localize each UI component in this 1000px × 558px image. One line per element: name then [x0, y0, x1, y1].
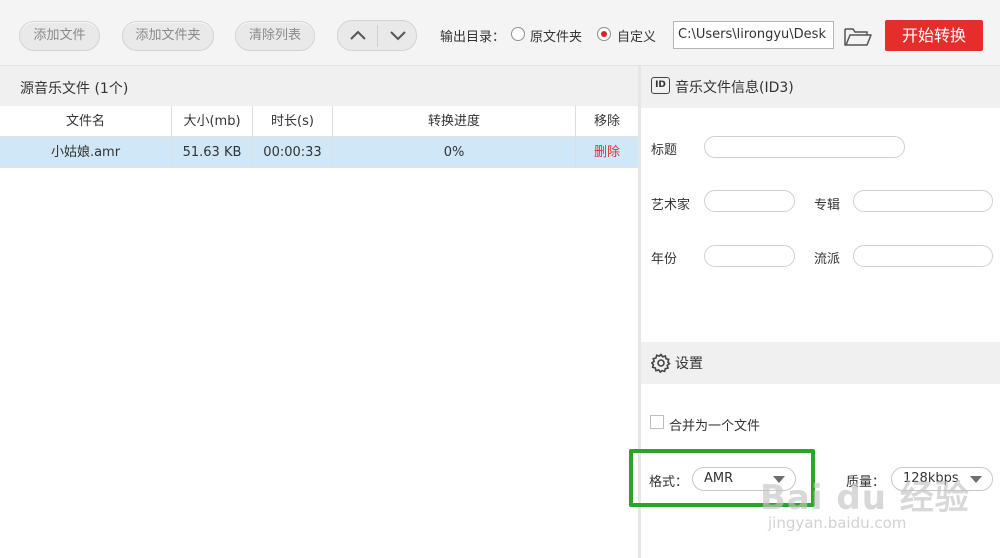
- source-files-title: 源音乐文件 (1个): [20, 81, 129, 97]
- col-progress: 转换进度: [333, 106, 576, 137]
- col-remove: 移除: [593, 114, 620, 129]
- start-convert-button[interactable]: 开始转换: [885, 20, 983, 51]
- add-folder-button[interactable]: 添加文件夹: [122, 21, 214, 51]
- id3-header: ID 音乐文件信息(ID3): [641, 66, 1000, 108]
- genre-field[interactable]: [853, 245, 993, 267]
- year-field[interactable]: [704, 245, 795, 267]
- chevron-down-icon: [390, 31, 406, 41]
- output-dir-label: 输出目录：: [440, 30, 506, 45]
- format-highlight-box: [629, 449, 815, 507]
- radio-original-folder-label[interactable]: 原文件夹: [530, 26, 582, 45]
- move-down-button[interactable]: [378, 21, 417, 50]
- delete-link[interactable]: 删除: [576, 137, 638, 168]
- year-label: 年份: [651, 252, 678, 267]
- id3-title: 音乐文件信息(ID3): [675, 80, 794, 96]
- table-row[interactable]: 小姑娘.amr 51.63 KB 00:00:33 0% 删除: [0, 137, 638, 168]
- artist-field[interactable]: [704, 190, 795, 212]
- radio-custom[interactable]: [597, 27, 611, 41]
- row-size: 51.63 KB: [172, 137, 253, 168]
- title-label: 标题: [651, 143, 678, 158]
- col-duration: 时长(s): [253, 106, 333, 137]
- album-field[interactable]: [853, 190, 993, 212]
- toolbar: 添加文件 添加文件夹 清除列表 输出目录： 原文件夹 自定义 C:\Users\…: [0, 0, 1000, 66]
- move-up-button[interactable]: [338, 21, 377, 50]
- settings-title: 设置: [675, 356, 703, 372]
- chevron-down-icon: [970, 476, 982, 483]
- move-buttons: [337, 20, 417, 51]
- row-progress: 0%: [333, 137, 576, 168]
- album-label: 专辑: [814, 198, 841, 213]
- chevron-up-icon: [350, 30, 366, 40]
- col-size: 大小(mb): [172, 106, 253, 137]
- output-path-input[interactable]: C:\Users\lirongyu\Desk: [673, 21, 834, 49]
- row-filename: 小姑娘.amr: [0, 137, 172, 168]
- merge-label[interactable]: 合并为一个文件: [669, 415, 760, 434]
- add-file-button[interactable]: 添加文件: [19, 21, 100, 51]
- radio-original-folder[interactable]: [511, 27, 525, 41]
- folder-open-icon: [844, 28, 872, 46]
- quality-select[interactable]: 128kbps: [891, 467, 993, 491]
- title-field[interactable]: [704, 136, 905, 158]
- browse-folder-button[interactable]: [843, 24, 873, 48]
- artist-label: 艺术家: [651, 198, 691, 213]
- id-icon: ID: [651, 77, 670, 94]
- row-duration: 00:00:33: [253, 137, 333, 168]
- gear-icon: [651, 353, 671, 373]
- source-files-header: 源音乐文件 (1个): [0, 66, 638, 108]
- merge-checkbox[interactable]: [650, 415, 664, 429]
- file-table-header: 文件名 大小(mb) 时长(s) 转换进度 移除: [0, 106, 638, 137]
- quality-select-value: 128kbps: [903, 471, 959, 486]
- col-filename: 文件名: [0, 106, 172, 137]
- quality-label: 质量：: [846, 475, 886, 490]
- clear-list-button[interactable]: 清除列表: [235, 21, 315, 51]
- genre-label: 流派: [814, 252, 841, 267]
- radio-custom-label[interactable]: 自定义: [617, 26, 656, 45]
- settings-header: 设置: [641, 342, 1000, 384]
